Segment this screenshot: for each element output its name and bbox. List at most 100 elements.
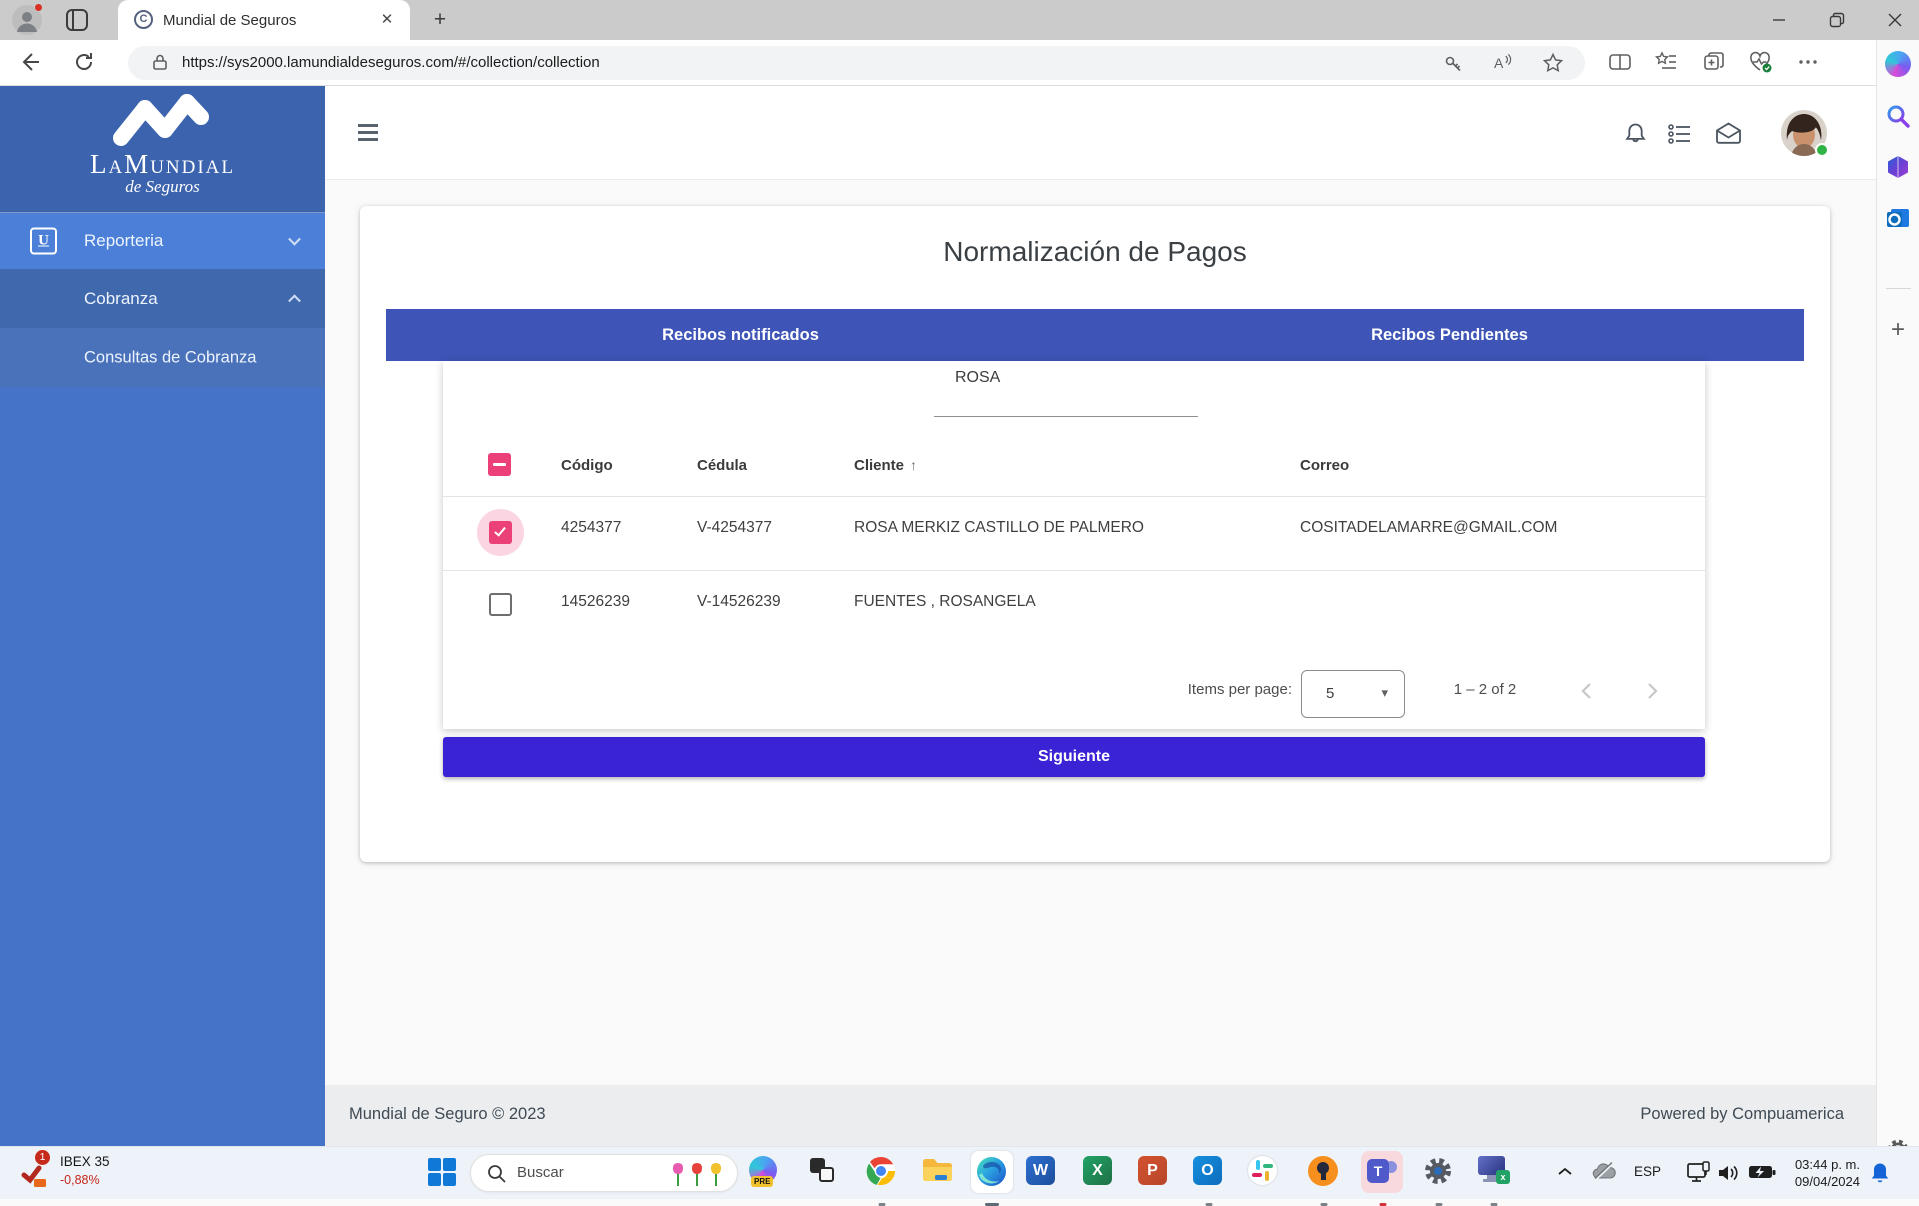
password-key-icon[interactable] bbox=[1442, 52, 1464, 74]
teams-icon[interactable]: T bbox=[1367, 1156, 1399, 1188]
excel-icon[interactable]: X bbox=[1083, 1156, 1115, 1188]
row-checkbox-unchecked[interactable] bbox=[489, 593, 512, 616]
dropdown-caret-icon: ▾ bbox=[1381, 685, 1388, 701]
tab-title: Mundial de Seguros bbox=[163, 12, 296, 29]
payments-card: Normalización de Pagos Recibos notificad… bbox=[360, 206, 1830, 862]
split-screen-icon[interactable] bbox=[1608, 50, 1634, 76]
browser-essentials-icon[interactable] bbox=[1748, 50, 1774, 76]
notifications-bell-icon[interactable] bbox=[1622, 120, 1649, 147]
siguiente-button[interactable]: Siguiente bbox=[443, 737, 1705, 777]
lock-icon bbox=[150, 52, 172, 74]
sidebar-item-consultas-de-cobranza[interactable]: Consultas de Cobranza bbox=[0, 328, 325, 387]
next-page-icon[interactable] bbox=[1639, 679, 1663, 703]
copyright-text: Mundial de Seguro © 2023 bbox=[349, 1105, 546, 1124]
volume-icon[interactable] bbox=[1716, 1162, 1740, 1189]
taskbar-search[interactable]: Buscar bbox=[470, 1154, 738, 1192]
sort-ascending-icon: ↑ bbox=[910, 457, 917, 473]
display-cast-icon[interactable] bbox=[1686, 1161, 1711, 1190]
settings-gear-icon[interactable] bbox=[1423, 1156, 1455, 1188]
widget-badge: 1 bbox=[34, 1149, 51, 1166]
col-header-codigo[interactable]: Código bbox=[561, 457, 613, 474]
copilot-pre-badge: PRE bbox=[751, 1176, 773, 1187]
taskbar: 1 IBEX 35 -0,88% Buscar PRE bbox=[0, 1146, 1919, 1199]
battery-charging-icon[interactable] bbox=[1748, 1164, 1776, 1185]
taskbar-clock[interactable]: 03:44 p. m. 09/04/2024 bbox=[1782, 1156, 1860, 1190]
file-explorer-icon[interactable] bbox=[922, 1156, 954, 1188]
slack-icon[interactable] bbox=[1248, 1156, 1280, 1188]
outlook-icon[interactable]: O bbox=[1193, 1156, 1225, 1188]
cell-codigo: 4254377 bbox=[561, 519, 621, 537]
sidebar-item-cobranza[interactable]: Cobranza bbox=[0, 269, 325, 328]
col-header-correo[interactable]: Correo bbox=[1300, 457, 1349, 474]
refresh-icon[interactable] bbox=[72, 50, 98, 76]
back-icon[interactable] bbox=[18, 50, 44, 76]
edge-sidebar-strip: + bbox=[1876, 40, 1919, 1146]
browser-tab[interactable]: C Mundial de Seguros ✕ bbox=[118, 0, 410, 40]
copilot-icon[interactable] bbox=[1885, 51, 1911, 77]
cell-correo: COSITADELAMARRE@GMAIL.COM bbox=[1300, 519, 1557, 537]
select-all-checkbox[interactable] bbox=[488, 453, 511, 476]
tulips-icon bbox=[669, 1160, 725, 1188]
company-logo: LaMundial de Seguros bbox=[0, 86, 325, 213]
tab-recibos-pendientes[interactable]: Recibos Pendientes bbox=[1095, 309, 1804, 361]
tab-close-icon[interactable]: ✕ bbox=[378, 11, 396, 29]
new-tab-button[interactable]: + bbox=[428, 8, 452, 32]
page-size-select[interactable]: 5 ▾ bbox=[1301, 670, 1405, 718]
strip-add-icon[interactable]: + bbox=[1891, 316, 1905, 344]
tab-actions-icon[interactable] bbox=[66, 9, 88, 31]
collections-icon[interactable] bbox=[1702, 50, 1728, 76]
col-header-cedula[interactable]: Cédula bbox=[697, 457, 747, 474]
url-text[interactable]: https://sys2000.lamundialdeseguros.com/#… bbox=[182, 54, 600, 71]
menu-toggle-icon[interactable] bbox=[358, 124, 378, 141]
tab-recibos-notificados[interactable]: Recibos notificados bbox=[386, 309, 1095, 361]
stock-widget[interactable]: 1 IBEX 35 -0,88% bbox=[12, 1151, 172, 1197]
remote-desktop-icon[interactable]: x bbox=[1478, 1156, 1510, 1188]
site-favicon: C bbox=[134, 10, 153, 29]
mail-icon[interactable] bbox=[1714, 120, 1741, 147]
task-view-icon[interactable] bbox=[808, 1156, 840, 1188]
browser-titlebar: C Mundial de Seguros ✕ + bbox=[0, 0, 1919, 40]
sidebar-search-icon[interactable] bbox=[1885, 103, 1911, 134]
user-avatar[interactable] bbox=[1781, 110, 1827, 156]
microsoft-365-icon[interactable] bbox=[1885, 154, 1911, 185]
powerpoint-icon[interactable]: P bbox=[1138, 1156, 1170, 1188]
copilot-pre-icon[interactable]: PRE bbox=[749, 1156, 781, 1188]
edge-browser-icon[interactable] bbox=[976, 1156, 1008, 1188]
col-header-cliente[interactable]: Cliente↑ bbox=[854, 457, 917, 474]
results-panel: ROSA Código Cédula Cliente↑ Correo 42543… bbox=[443, 361, 1705, 729]
row-checkbox-checked[interactable] bbox=[489, 521, 512, 544]
window-minimize-button[interactable] bbox=[1756, 0, 1802, 40]
language-indicator[interactable]: ESP bbox=[1634, 1164, 1661, 1179]
search-placeholder: Buscar bbox=[517, 1164, 564, 1181]
filter-underline bbox=[934, 416, 1198, 417]
clock-date: 09/04/2024 bbox=[1782, 1173, 1860, 1190]
svg-text:A: A bbox=[1494, 55, 1504, 71]
app-footer: Mundial de Seguro © 2023 Powered by Comp… bbox=[325, 1085, 1876, 1146]
app-header bbox=[325, 86, 1876, 180]
read-aloud-icon[interactable]: A bbox=[1492, 52, 1514, 74]
client-filter-input[interactable]: ROSA bbox=[955, 369, 1000, 387]
onedrive-paused-icon[interactable] bbox=[1591, 1161, 1617, 1188]
notification-bell-icon[interactable] bbox=[1869, 1161, 1891, 1190]
tray-expand-icon[interactable] bbox=[1557, 1165, 1573, 1184]
window-close-button[interactable] bbox=[1872, 0, 1918, 40]
previous-page-icon[interactable] bbox=[1576, 679, 1600, 703]
presence-dot bbox=[1815, 143, 1829, 157]
start-button[interactable] bbox=[428, 1158, 458, 1188]
favorite-star-icon[interactable] bbox=[1542, 52, 1564, 74]
address-bar[interactable]: https://sys2000.lamundialdeseguros.com/#… bbox=[128, 46, 1585, 80]
window-restore-button[interactable] bbox=[1814, 0, 1860, 40]
favorites-list-icon[interactable] bbox=[1654, 50, 1680, 76]
task-list-icon[interactable] bbox=[1666, 120, 1693, 147]
word-icon[interactable]: W bbox=[1026, 1156, 1058, 1188]
sidebar-item-reporteria[interactable]: U Reporteria bbox=[0, 213, 325, 269]
chevron-up-icon bbox=[288, 294, 301, 307]
screen: C Mundial de Seguros ✕ + https://sys2000… bbox=[0, 0, 1919, 1199]
outlook-sidebar-icon[interactable] bbox=[1885, 205, 1911, 236]
widget-index-name: IBEX 35 bbox=[60, 1154, 110, 1169]
openvpn-icon[interactable] bbox=[1308, 1156, 1340, 1188]
chrome-icon[interactable] bbox=[866, 1156, 898, 1188]
cell-cliente: FUENTES , ROSANGELA bbox=[854, 593, 1036, 611]
toolbar-more-icon[interactable] bbox=[1796, 50, 1822, 76]
cell-codigo: 14526239 bbox=[561, 593, 630, 611]
